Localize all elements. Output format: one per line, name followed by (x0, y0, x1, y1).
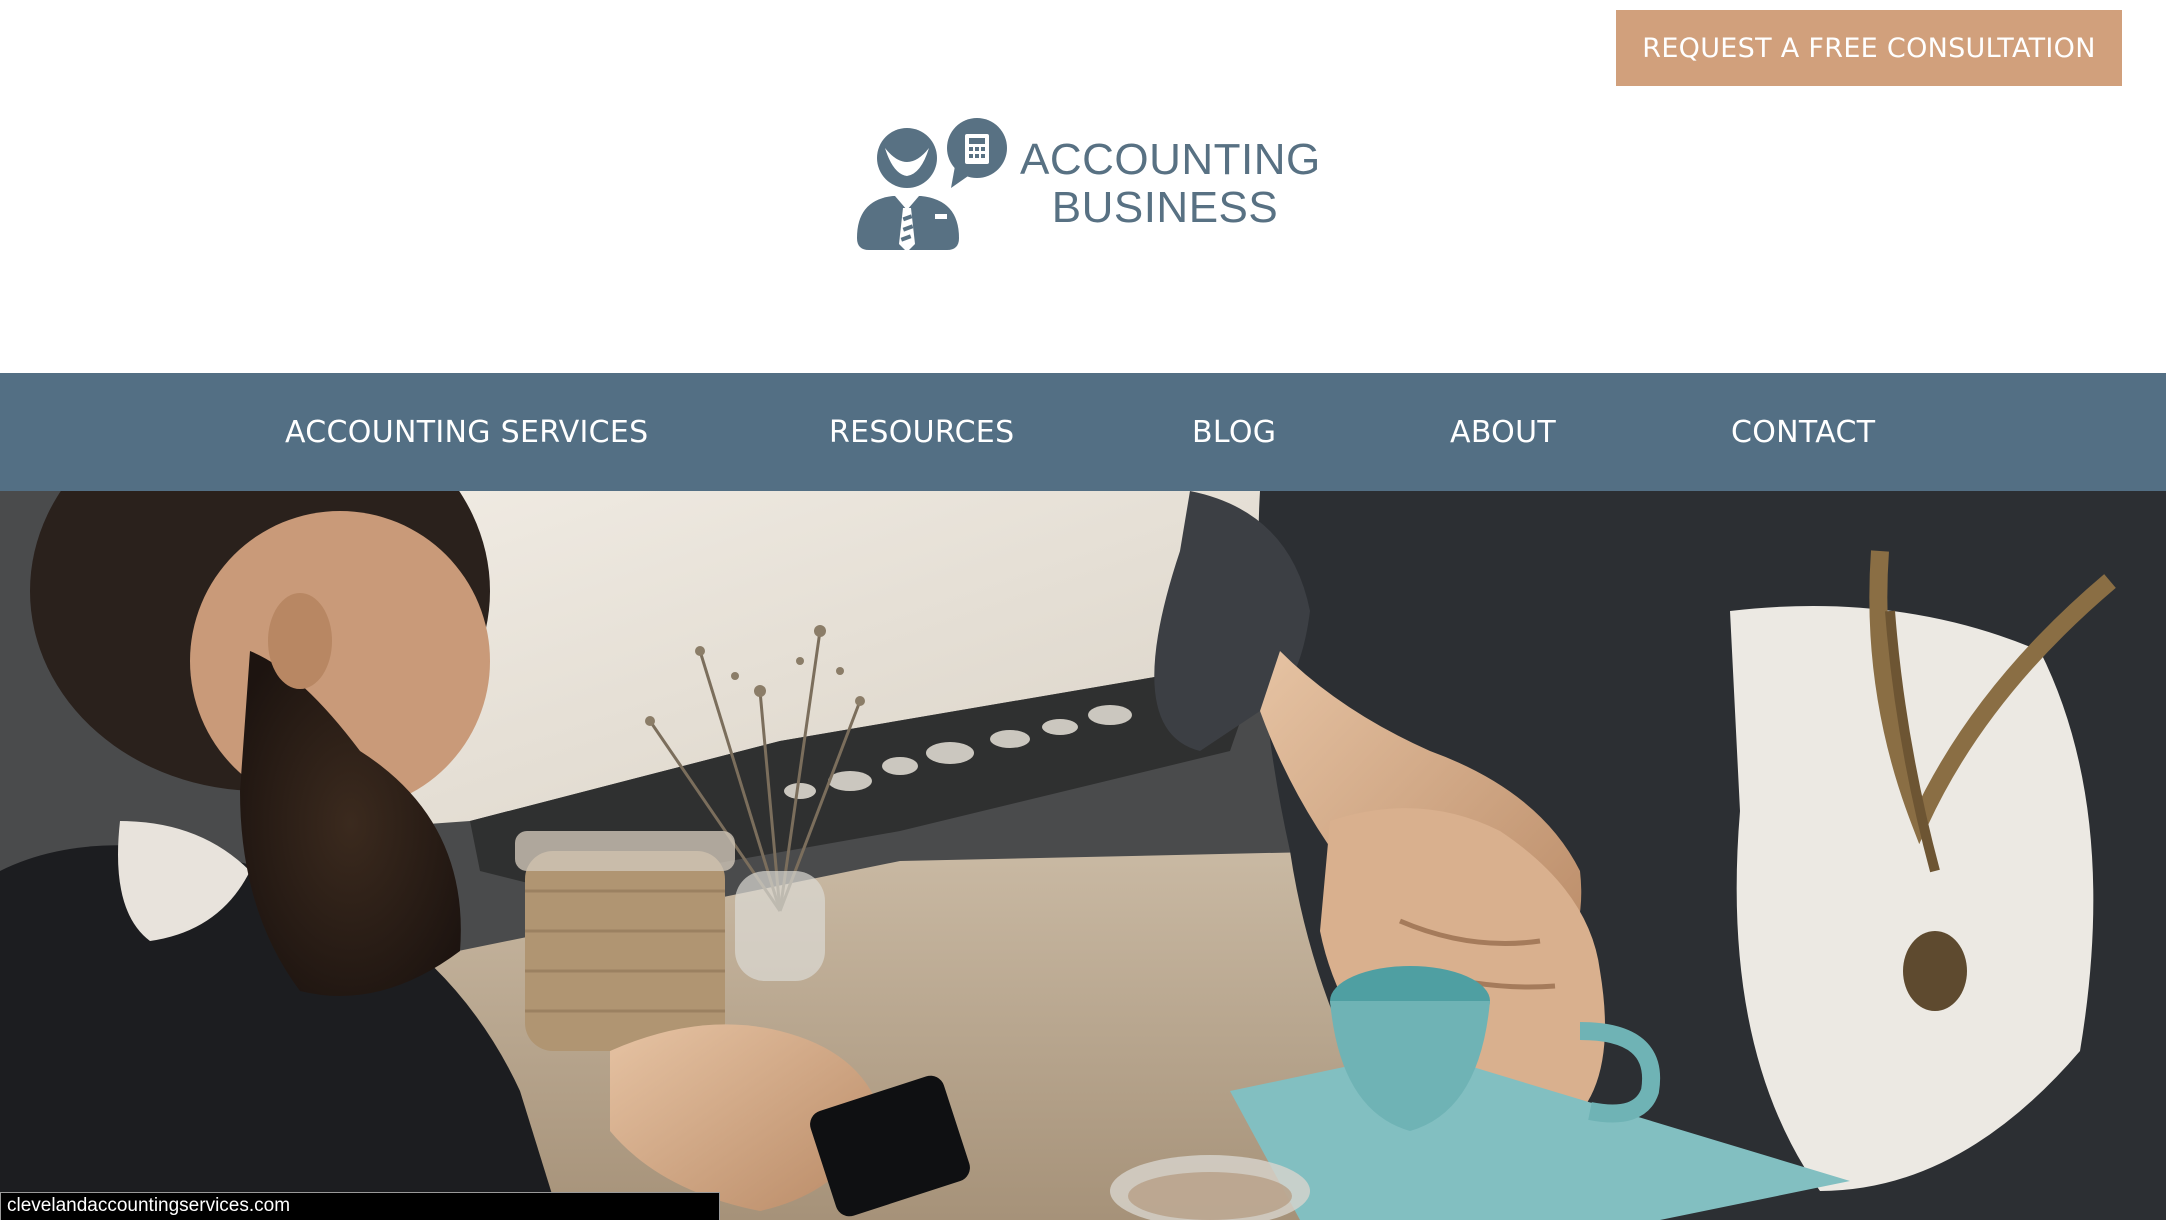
nav-item-contact[interactable]: CONTACT (1731, 373, 1875, 491)
logo-line-2: BUSINESS (1051, 183, 1279, 232)
main-navigation: ACCOUNTING SERVICES RESOURCES BLOG ABOUT… (0, 373, 2166, 491)
nav-item-blog[interactable]: BLOG (1192, 373, 1276, 491)
status-bar-url: clevelandaccountingservices.com (0, 1192, 720, 1220)
site-header: REQUEST A FREE CONSULTATION ACCOUNTING B… (0, 0, 2166, 373)
business-handshake-photo (0, 491, 2166, 1220)
nav-item-resources[interactable]: RESOURCES (829, 373, 1014, 491)
accountant-with-calculator-icon (857, 118, 1007, 252)
site-logo[interactable]: ACCOUNTING BUSINESS (855, 118, 1320, 256)
nav-item-accounting-services[interactable]: ACCOUNTING SERVICES (285, 373, 649, 491)
nav-item-about[interactable]: ABOUT (1450, 373, 1556, 491)
logo-wordmark: ACCOUNTING BUSINESS (1020, 135, 1321, 232)
logo-line-1: ACCOUNTING (1020, 135, 1321, 184)
page: REQUEST A FREE CONSULTATION ACCOUNTING B… (0, 0, 2166, 1220)
request-consultation-button[interactable]: REQUEST A FREE CONSULTATION (1616, 10, 2122, 86)
hero-image (0, 491, 2166, 1220)
